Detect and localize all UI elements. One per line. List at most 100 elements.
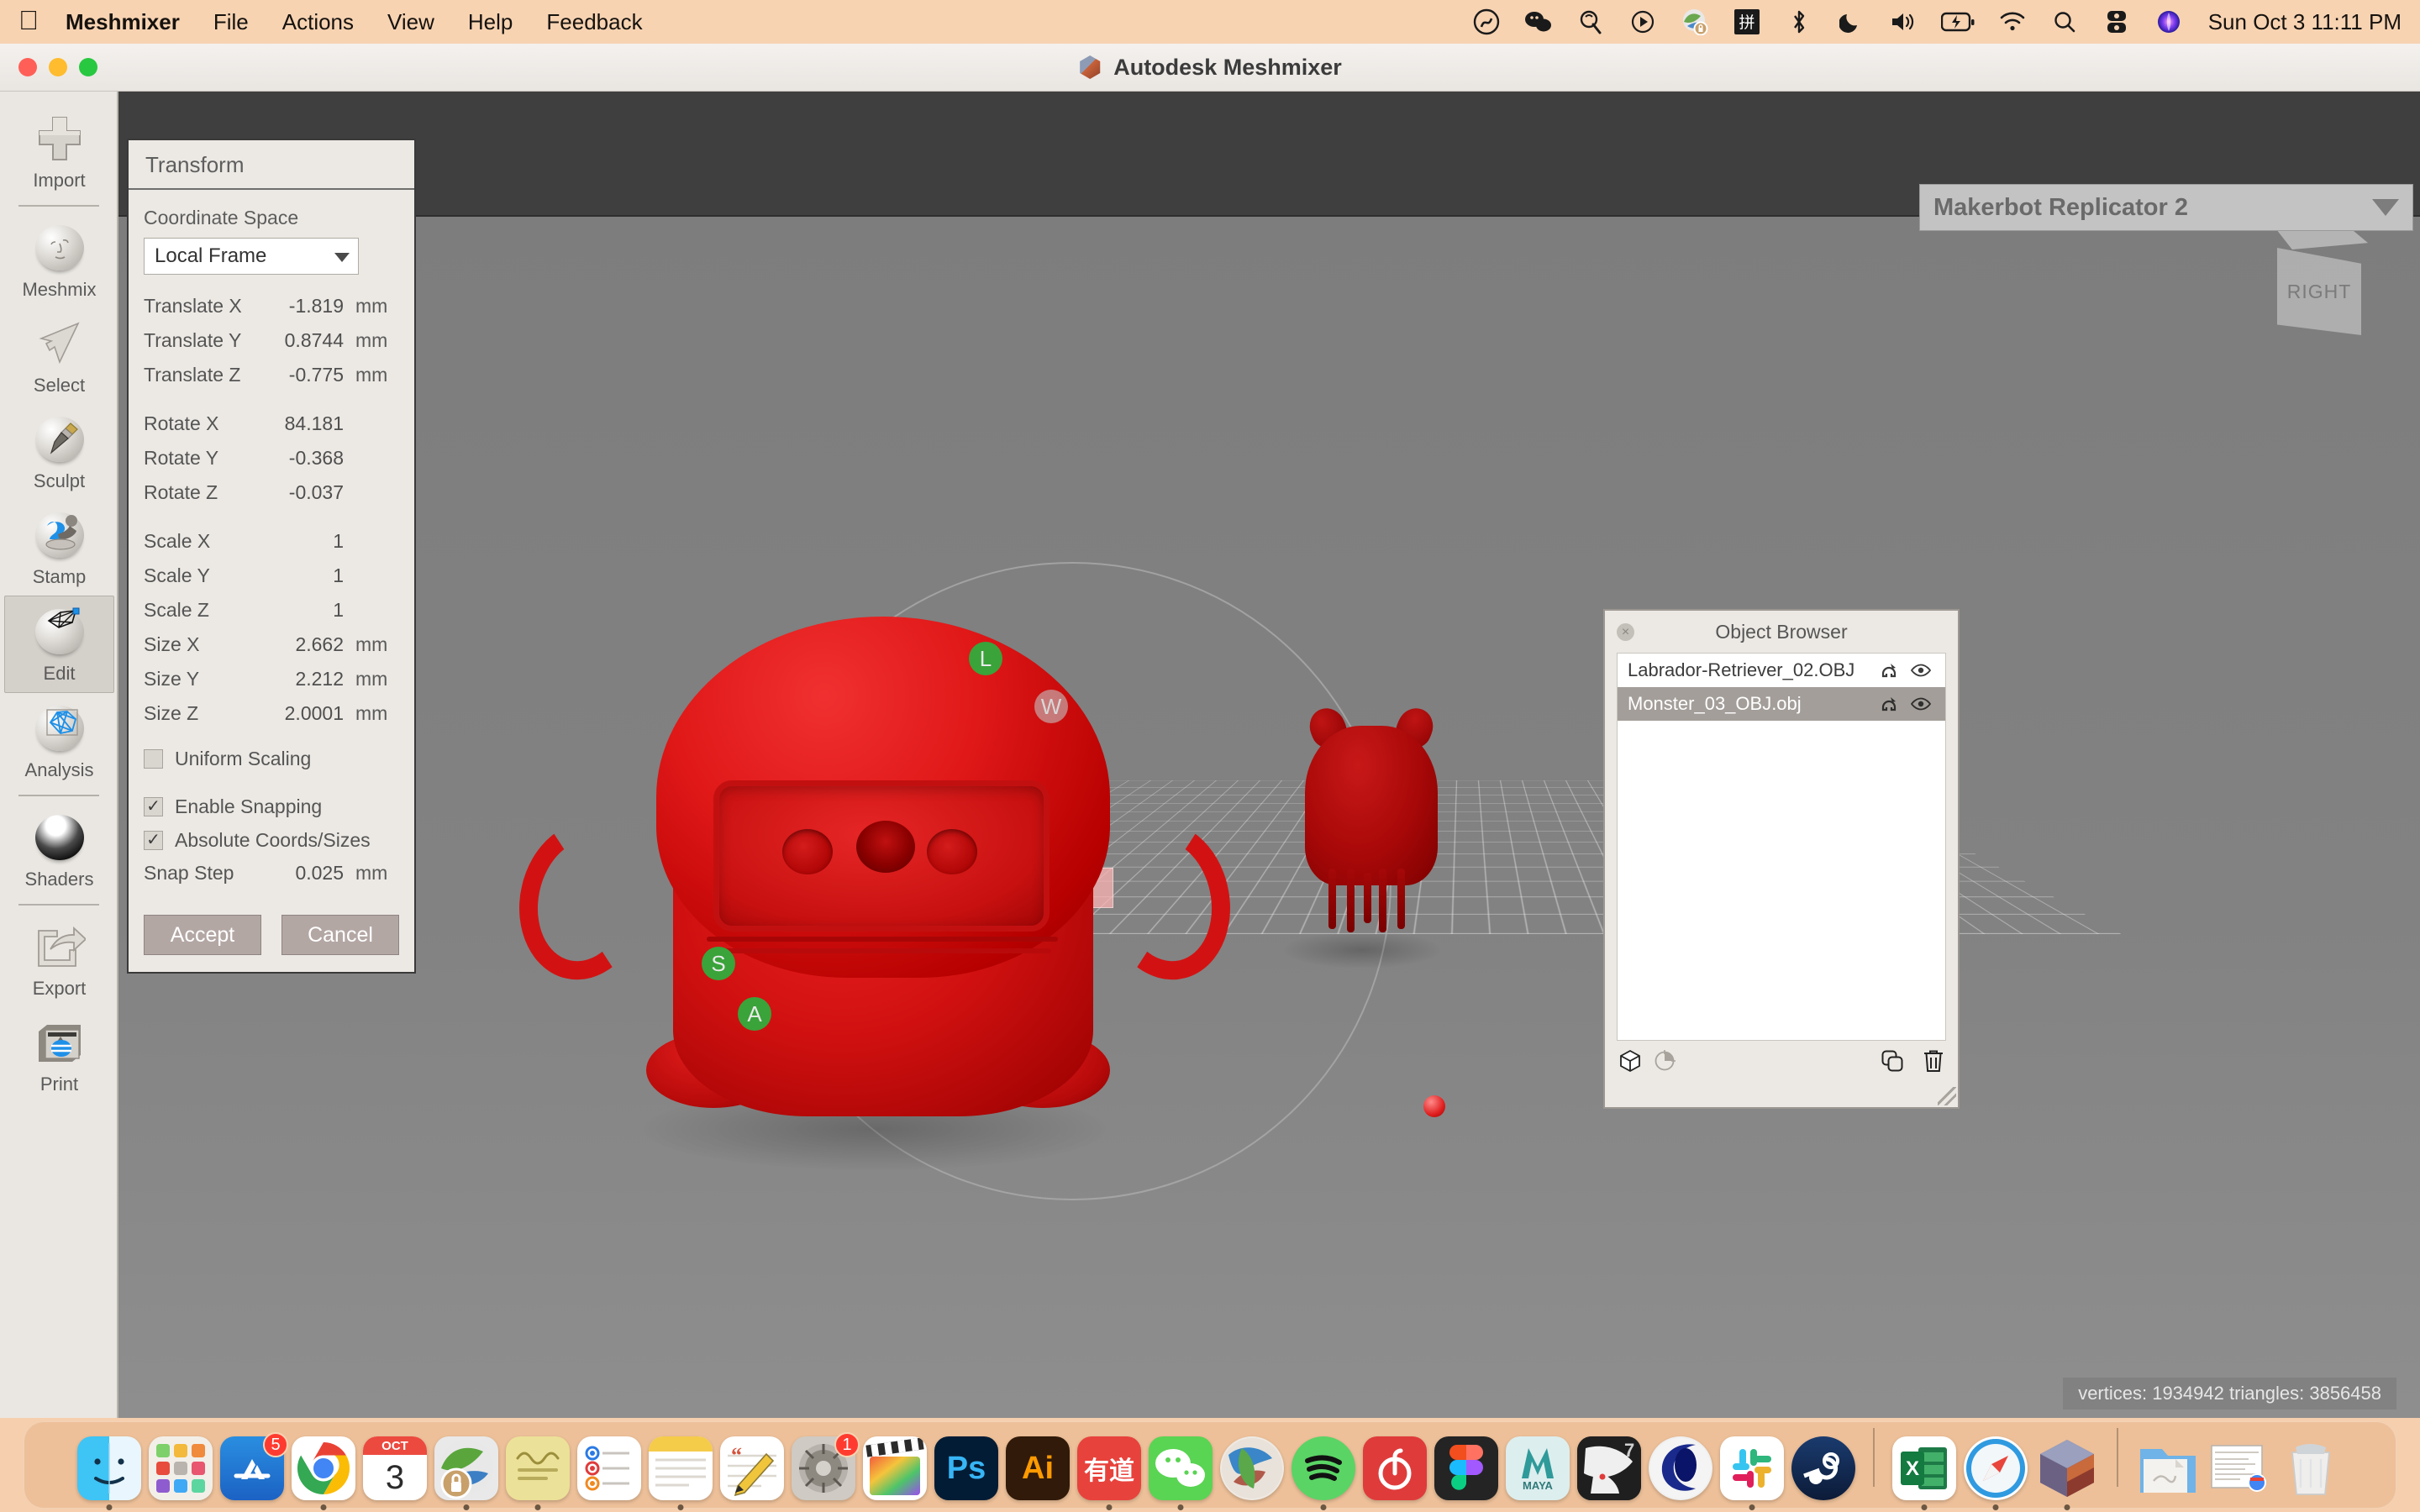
dock-item-app-store[interactable]: 5 xyxy=(220,1432,288,1500)
magnet-icon[interactable] xyxy=(1873,661,1905,680)
sidebar-item-print[interactable]: Print xyxy=(0,1007,118,1103)
cancel-button[interactable]: Cancel xyxy=(281,915,399,955)
menu-item-actions[interactable]: Actions xyxy=(282,9,354,35)
volume-icon[interactable] xyxy=(1889,5,1918,39)
row-translate-y[interactable]: Translate Y 0.8744 mm xyxy=(144,329,399,364)
dock-item-figma[interactable] xyxy=(1434,1436,1498,1500)
checkbox-enable-snapping[interactable]: ✓ Enable Snapping xyxy=(144,790,399,823)
3d-viewport[interactable]: Makerbot Replicator 2 RIGHT L W S A vert… xyxy=(118,92,2420,1418)
dock-item-reminders[interactable] xyxy=(577,1436,641,1500)
gizmo-handle-world[interactable]: W xyxy=(1034,690,1068,723)
row-scale-y[interactable]: Scale Y 1 xyxy=(144,564,399,599)
creative-cloud-icon[interactable] xyxy=(1472,5,1501,39)
dock-item-substance-painter[interactable]: 7 xyxy=(1577,1436,1641,1500)
wechat-icon[interactable] xyxy=(1524,5,1553,39)
alfred-icon[interactable] xyxy=(1576,5,1605,39)
sidebar-item-edit[interactable]: Edit xyxy=(4,596,114,693)
view-cube-front-face[interactable]: RIGHT xyxy=(2277,248,2361,335)
value-size-z[interactable]: 2.0001 xyxy=(253,702,355,725)
menu-item-help[interactable]: Help xyxy=(468,9,513,35)
dock-item-youdao-dict[interactable]: 有道 xyxy=(1077,1436,1141,1510)
menu-item-meshmixer[interactable]: Meshmixer xyxy=(66,9,180,35)
dock-item-launchpad[interactable] xyxy=(149,1436,213,1500)
row-rotate-x[interactable]: Rotate X 84.181 xyxy=(144,412,399,447)
row-size-y[interactable]: Size Y 2.212 mm xyxy=(144,668,399,702)
spotlight-search-icon[interactable] xyxy=(2050,5,2079,39)
eye-icon[interactable] xyxy=(1905,697,1937,711)
object-browser-list[interactable]: Labrador-Retriever_02.OBJ Monster_03_OBJ… xyxy=(1617,653,1946,1041)
row-size-x[interactable]: Size X 2.662 mm xyxy=(144,633,399,668)
sidebar-item-shaders[interactable]: Shaders xyxy=(0,802,118,898)
sidebar-item-import[interactable]: Import xyxy=(0,103,118,199)
dock-item-notes[interactable] xyxy=(649,1436,713,1510)
value-rotate-x[interactable]: 84.181 xyxy=(253,412,355,435)
sidebar-item-sculpt[interactable]: Sculpt xyxy=(0,404,118,500)
value-scale-x[interactable]: 1 xyxy=(253,530,355,553)
value-size-x[interactable]: 2.662 xyxy=(253,633,355,656)
row-scale-x[interactable]: Scale X 1 xyxy=(144,530,399,564)
accept-button[interactable]: Accept xyxy=(144,915,261,955)
dock-item-spotify[interactable] xyxy=(1292,1436,1355,1510)
dock-item-excel[interactable]: X xyxy=(1892,1436,1956,1510)
object-list-item-labrador[interactable]: Labrador-Retriever_02.OBJ xyxy=(1618,654,1945,687)
wifi-icon[interactable] xyxy=(1998,5,2027,39)
battery-charging-icon[interactable] xyxy=(1940,5,1975,39)
object-list-item-monster[interactable]: Monster_03_OBJ.obj xyxy=(1618,687,1945,721)
menu-bar-clock[interactable]: Sun Oct 3 11:11 PM xyxy=(2208,9,2402,35)
close-icon[interactable]: × xyxy=(1617,623,1634,641)
dock-item-steam[interactable] xyxy=(1791,1436,1855,1500)
checkbox-uniform-scaling[interactable]: Uniform Scaling xyxy=(144,742,399,775)
value-translate-z[interactable]: -0.775 xyxy=(253,364,355,386)
sidebar-item-analysis[interactable]: Analysis xyxy=(0,693,118,789)
value-scale-z[interactable]: 1 xyxy=(253,599,355,622)
dock-item-illustrator[interactable]: Ai xyxy=(1006,1436,1070,1500)
play-circle-icon[interactable] xyxy=(1628,5,1657,39)
do-not-disturb-moon-icon[interactable] xyxy=(1837,5,1865,39)
value-rotate-y[interactable]: -0.368 xyxy=(253,447,355,470)
dock-item-zbrush[interactable] xyxy=(1220,1436,1284,1500)
dock-item-calendar[interactable]: OCT 3 xyxy=(363,1436,427,1500)
row-translate-z[interactable]: Translate Z -0.775 mm xyxy=(144,364,399,398)
menu-item-view[interactable]: View xyxy=(387,9,434,35)
dock-item-slack[interactable] xyxy=(1720,1436,1784,1510)
menu-item-file[interactable]: File xyxy=(213,9,249,35)
value-translate-x[interactable]: -1.819 xyxy=(253,295,355,318)
sidebar-item-stamp[interactable]: Stamp xyxy=(0,500,118,596)
magnet-icon[interactable] xyxy=(1873,695,1905,713)
gizmo-handle-align[interactable]: A xyxy=(738,997,771,1031)
checkbox-enable-snapping-box[interactable]: ✓ xyxy=(144,796,163,816)
dock-item-cinema4d[interactable] xyxy=(1649,1436,1712,1500)
row-snap-step[interactable]: Snap Step 0.025 mm xyxy=(144,862,399,896)
siri-icon[interactable] xyxy=(2154,5,2183,39)
dock-item-safari[interactable] xyxy=(1964,1436,2028,1510)
dock-item-final-cut-pro[interactable] xyxy=(863,1436,927,1500)
bluetooth-icon[interactable] xyxy=(1785,5,1813,39)
duplicate-icon[interactable] xyxy=(1881,1049,1904,1077)
dock-item-maya[interactable]: MAYA xyxy=(1506,1436,1570,1500)
pivot-point-marker[interactable] xyxy=(1423,1095,1445,1117)
value-scale-y[interactable]: 1 xyxy=(253,564,355,587)
value-size-y[interactable]: 2.212 xyxy=(253,668,355,690)
dock-item-photoshop[interactable]: Ps xyxy=(934,1436,998,1500)
dock-item-meshmixer[interactable] xyxy=(2035,1436,2099,1510)
dock-item-stickies[interactable] xyxy=(506,1436,570,1510)
gizmo-handle-local[interactable]: L xyxy=(969,642,1002,675)
dock-item-downloads-folder[interactable] xyxy=(2136,1436,2200,1500)
dock-item-document-stack[interactable] xyxy=(2207,1436,2271,1500)
value-translate-y[interactable]: 0.8744 xyxy=(253,329,355,352)
dock-item-finder[interactable] xyxy=(77,1436,141,1510)
coordinate-space-select[interactable]: Local Frame xyxy=(144,238,359,275)
dock-item-onedrive[interactable] xyxy=(434,1436,498,1510)
row-translate-x[interactable]: Translate X -1.819 mm xyxy=(144,295,399,329)
dock-item-trash[interactable] xyxy=(2279,1436,2343,1500)
checkbox-absolute-coords-box[interactable]: ✓ xyxy=(144,830,163,850)
trash-icon[interactable] xyxy=(1923,1049,1944,1077)
onedrive-lock-icon[interactable] xyxy=(1681,5,1709,39)
checkbox-absolute-coords[interactable]: ✓ Absolute Coords/Sizes xyxy=(144,823,399,857)
printer-selector[interactable]: Makerbot Replicator 2 xyxy=(1919,184,2413,231)
checkbox-uniform-scaling-box[interactable] xyxy=(144,748,163,769)
row-rotate-z[interactable]: Rotate Z -0.037 xyxy=(144,481,399,516)
cube-icon[interactable] xyxy=(1618,1049,1642,1077)
row-rotate-y[interactable]: Rotate Y -0.368 xyxy=(144,447,399,481)
value-snap-step[interactable]: 0.025 xyxy=(253,862,355,885)
